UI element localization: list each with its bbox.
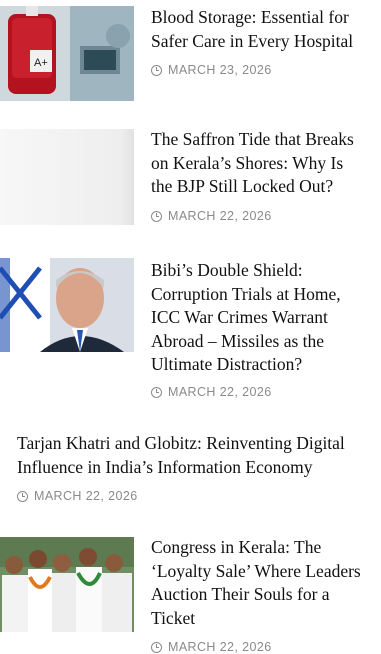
title-line: Abroad – Missiles as the: [151, 330, 325, 351]
title-line: Ultimate Distraction?: [151, 354, 303, 374]
title-line: on Kerala’s Shores: Why Is: [151, 152, 344, 173]
title-line: Influence in India’s Information Economy: [17, 456, 313, 477]
title-line: Safer Care in Every Hospital: [151, 30, 354, 51]
article-title[interactable]: Congress in Kerala: The ‘Loyalty Sale’ W…: [151, 536, 381, 630]
date-text: MARCH 22, 2026: [34, 489, 138, 503]
article-date: MARCH 22, 2026: [151, 385, 272, 399]
title-line: Congress in Kerala: The: [151, 537, 322, 557]
clock-icon: [151, 641, 162, 653]
title-line: Auction Their Souls for a: [151, 584, 330, 604]
date-text: MARCH 22, 2026: [168, 640, 272, 654]
article-title[interactable]: Tarjan Khatri and Globitz: Reinventing D…: [17, 432, 381, 479]
article-title[interactable]: Blood Storage: Essential for Safer Care …: [151, 6, 381, 53]
article-date: MARCH 23, 2026: [151, 63, 272, 77]
svg-text:A+: A+: [34, 57, 48, 69]
title-line: Corruption Trials at Home,: [151, 283, 341, 304]
article-date: MARCH 22, 2026: [151, 209, 272, 223]
title-line: Blood Storage: Essential for: [151, 7, 349, 27]
congress-leaders-crowd-image[interactable]: [0, 537, 134, 632]
date-text: MARCH 22, 2026: [168, 209, 272, 223]
clock-icon: [151, 386, 162, 398]
title-line: ‘Loyalty Sale’ Where Leaders: [151, 560, 361, 581]
date-text: MARCH 23, 2026: [168, 63, 272, 77]
title-line: Ticket: [151, 607, 196, 628]
blood-storage-image[interactable]: A+: [0, 6, 134, 101]
date-text: MARCH 22, 2026: [168, 385, 272, 399]
clock-icon: [17, 490, 28, 502]
blank-image-placeholder[interactable]: [0, 129, 134, 225]
article-date: MARCH 22, 2026: [17, 489, 138, 503]
title-line: Tarjan Khatri and Globitz: Reinventing D…: [17, 433, 345, 453]
title-line: Bibi’s Double Shield:: [151, 260, 303, 280]
title-line: the BJP Still Locked Out?: [151, 176, 334, 196]
title-line: ICC War Crimes Warrant: [151, 307, 328, 327]
article-date: MARCH 22, 2026: [151, 640, 272, 654]
article-title[interactable]: The Saffron Tide that Breaks on Kerala’s…: [151, 128, 381, 199]
clock-icon: [151, 210, 162, 222]
clock-icon: [151, 64, 162, 76]
netanyahu-portrait-image[interactable]: [0, 258, 134, 352]
title-line: The Saffron Tide that Breaks: [151, 129, 354, 149]
article-title[interactable]: Bibi’s Double Shield: Corruption Trials …: [151, 259, 381, 377]
